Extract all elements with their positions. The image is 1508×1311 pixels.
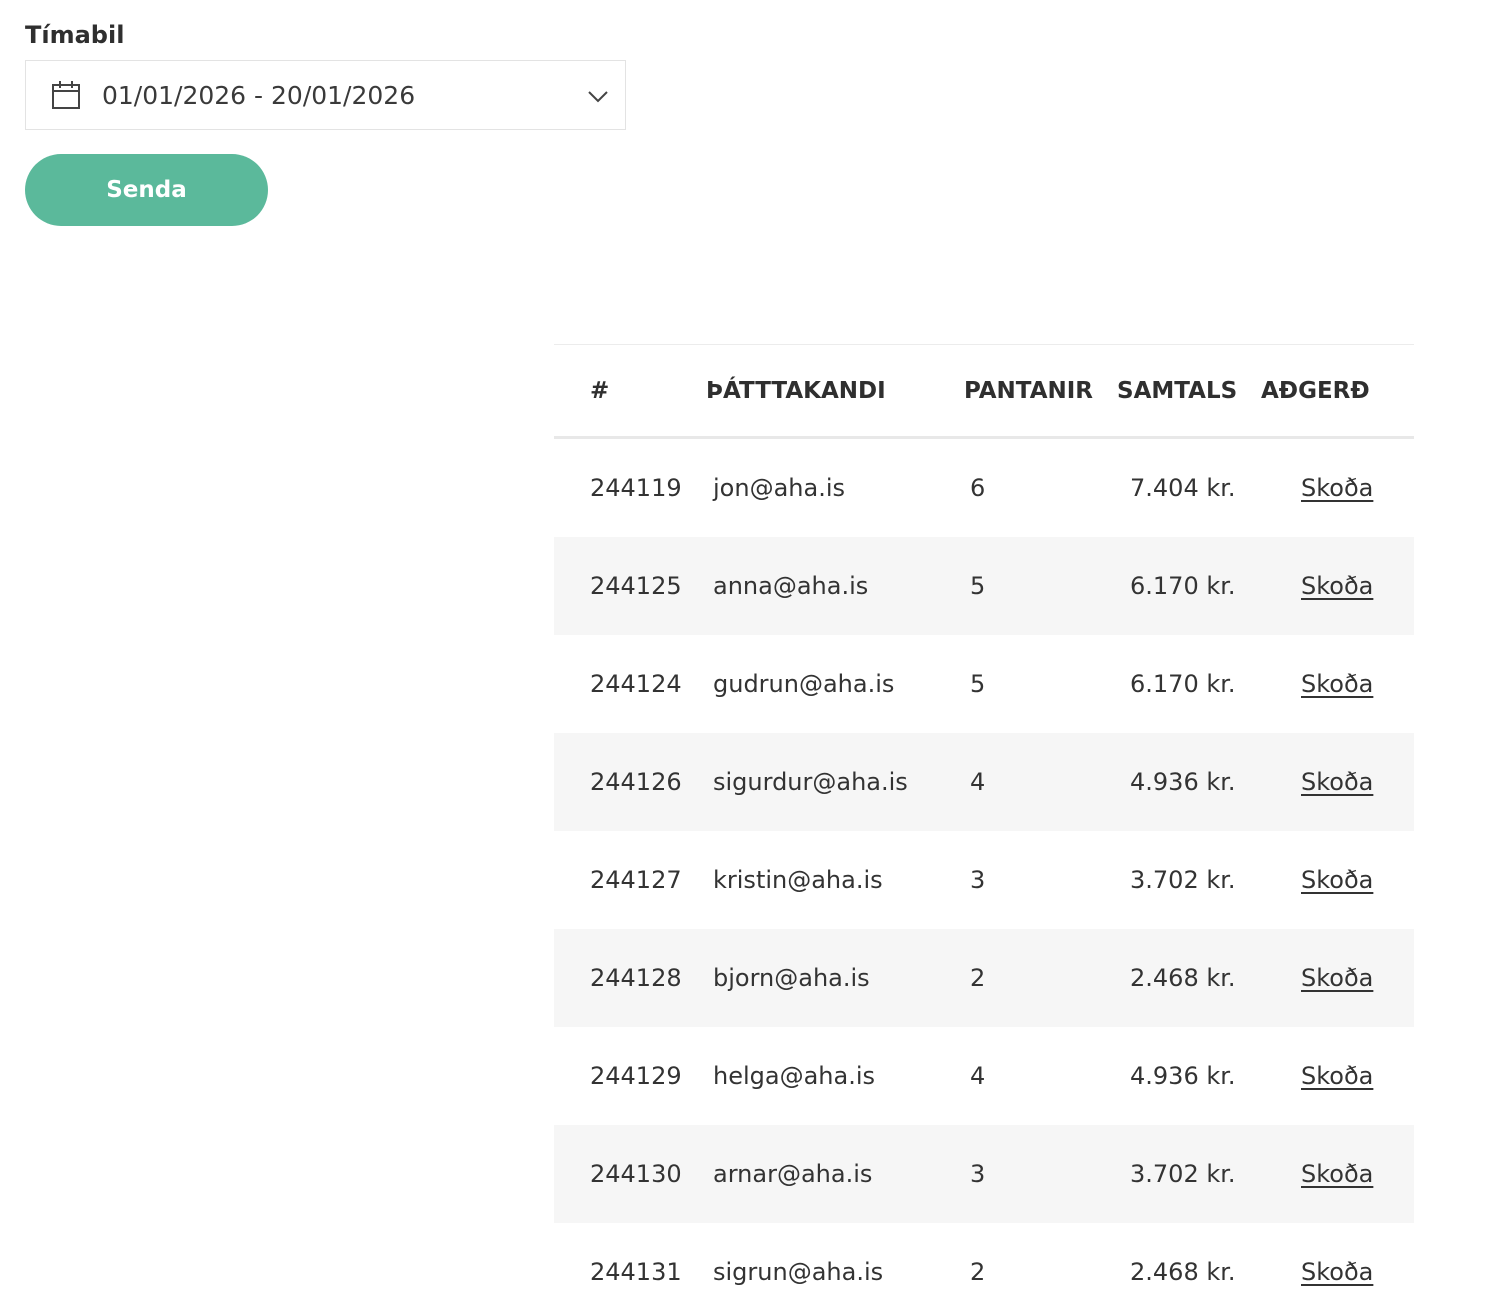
row-orders: 5 [970,670,986,698]
row-orders: 4 [957,733,1111,831]
row-participant: gudrun@aha.is [713,670,895,698]
row-participant: sigrun@aha.is [713,1258,884,1286]
row-total: 2.468 kr. [1130,1258,1236,1286]
results-table: # ÞÁTTTAKANDI PANTANIR SAMTALS AÐGERÐ 24… [554,345,1414,1311]
row-action-cell: Skoða [1261,831,1414,929]
row-orders: 3 [970,866,986,894]
row-action-cell: Skoða [1261,929,1414,1027]
header-action: AÐGERÐ [1261,345,1414,439]
row-action-cell: Skoða [1261,438,1414,538]
row-total: 3.702 kr. [1111,1125,1261,1223]
row-id: 244130 [554,1125,701,1223]
view-link[interactable]: Skoða [1301,768,1373,796]
row-action-cell: Skoða [1261,1027,1414,1125]
table-row: 244125 anna@aha.is 5 6.170 kr. Skoða [554,537,1414,635]
row-id: 244124 [590,670,682,698]
row-action-cell: Skoða [1261,635,1414,733]
row-total: 3.702 kr. [1130,866,1236,894]
table-row: 244128 bjorn@aha.is 2 2.468 kr. Skoða [554,929,1414,1027]
row-orders: 2 [957,929,1111,1027]
view-link[interactable]: Skoða [1301,670,1373,698]
header-total: SAMTALS [1111,345,1261,439]
row-id: 244125 [554,537,701,635]
calendar-icon [52,81,80,109]
row-participant: arnar@aha.is [701,1125,957,1223]
row-id: 244119 [590,474,682,502]
row-id: 244131 [590,1258,682,1286]
row-total: 7.404 kr. [1130,474,1236,502]
view-link[interactable]: Skoða [1301,866,1373,894]
view-link[interactable]: Skoða [1301,1160,1373,1188]
row-participant: sigurdur@aha.is [701,733,957,831]
table-row: 244124 gudrun@aha.is 5 6.170 kr. Skoða [554,635,1414,733]
view-link[interactable]: Skoða [1301,474,1373,502]
row-id: 244128 [554,929,701,1027]
view-link[interactable]: Skoða [1301,964,1373,992]
table-row: 244119 jon@aha.is 6 7.404 kr. Skoða [554,438,1414,538]
table-row: 244129 helga@aha.is 4 4.936 kr. Skoða [554,1027,1414,1125]
period-label: Tímabil [25,21,125,49]
header-participant: ÞÁTTTAKANDI [701,345,957,439]
row-total: 2.468 kr. [1111,929,1261,1027]
row-action-cell: Skoða [1261,537,1414,635]
row-participant: helga@aha.is [713,1062,876,1090]
row-participant: bjorn@aha.is [701,929,957,1027]
table-row: 244127 kristin@aha.is 3 3.702 kr. Skoða [554,831,1414,929]
row-orders: 5 [957,537,1111,635]
view-link[interactable]: Skoða [1301,1062,1373,1090]
row-action-cell: Skoða [1261,733,1414,831]
row-total: 4.936 kr. [1130,1062,1236,1090]
view-link[interactable]: Skoða [1301,572,1373,600]
send-button[interactable]: Senda [25,154,268,226]
row-action-cell: Skoða [1261,1223,1414,1311]
table-row: 244130 arnar@aha.is 3 3.702 kr. Skoða [554,1125,1414,1223]
header-id: # [554,345,701,439]
table-row: 244131 sigrun@aha.is 2 2.468 kr. Skoða [554,1223,1414,1311]
view-link[interactable]: Skoða [1301,1258,1373,1286]
date-range-picker[interactable]: 01/01/2026 - 20/01/2026 [25,60,626,130]
row-orders: 4 [970,1062,986,1090]
header-orders: PANTANIR [957,345,1111,439]
row-total: 4.936 kr. [1111,733,1261,831]
chevron-down-icon [588,91,608,103]
date-range-value: 01/01/2026 - 20/01/2026 [102,81,416,110]
table-row: 244126 sigurdur@aha.is 4 4.936 kr. Skoða [554,733,1414,831]
row-total: 6.170 kr. [1130,670,1236,698]
row-orders: 6 [970,474,986,502]
row-id: 244126 [554,733,701,831]
row-participant: kristin@aha.is [713,866,883,894]
results-table-container: # ÞÁTTTAKANDI PANTANIR SAMTALS AÐGERÐ 24… [554,344,1414,1311]
row-participant: anna@aha.is [701,537,957,635]
row-id: 244127 [590,866,682,894]
row-orders: 2 [970,1258,986,1286]
row-total: 6.170 kr. [1111,537,1261,635]
row-orders: 3 [957,1125,1111,1223]
row-id: 244129 [590,1062,682,1090]
row-participant: jon@aha.is [713,474,845,502]
row-action-cell: Skoða [1261,1125,1414,1223]
table-header-row: # ÞÁTTTAKANDI PANTANIR SAMTALS AÐGERÐ [554,345,1414,439]
